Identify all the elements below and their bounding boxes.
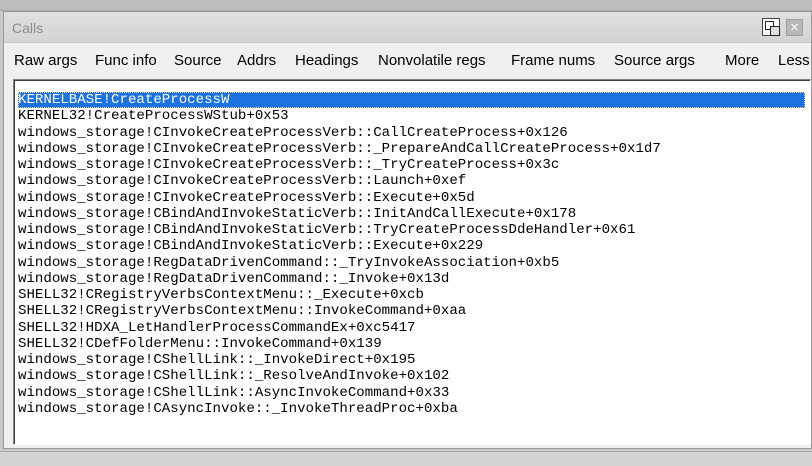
frame-nums-button[interactable]: Frame nums <box>511 52 595 69</box>
stack-frame-row[interactable]: SHELL32!HDXA_LetHandlerProcessCommandEx+… <box>18 320 416 336</box>
stack-frame-row[interactable]: windows_storage!CInvokeCreateProcessVerb… <box>18 157 559 173</box>
stack-frame-row[interactable]: KERNEL32!CreateProcessWStub+0x53 <box>18 108 289 124</box>
title-bar[interactable]: Calls × <box>4 12 811 43</box>
close-icon[interactable]: × <box>786 19 803 36</box>
stack-frame-row[interactable]: SHELL32!CRegistryVerbsContextMenu::_Exec… <box>18 287 424 303</box>
calls-window: Calls × Raw args Func info Source Addrs … <box>3 11 812 449</box>
bottom-panel-edge <box>0 451 812 466</box>
less-button[interactable]: Less <box>778 52 810 69</box>
source-args-button[interactable]: Source args <box>614 52 695 69</box>
stack-frame-row[interactable]: windows_storage!CBindAndInvokeStaticVerb… <box>18 238 483 254</box>
stack-frame-row[interactable]: windows_storage!CBindAndInvokeStaticVerb… <box>18 222 635 238</box>
raw-args-button[interactable]: Raw args <box>14 52 77 69</box>
more-button[interactable]: More <box>725 52 759 69</box>
stack-frame-row[interactable]: windows_storage!CShellLink::_ResolveAndI… <box>18 368 449 384</box>
top-panel-edge <box>0 0 812 11</box>
stack-frame-row[interactable]: SHELL32!CRegistryVerbsContextMenu::Invok… <box>18 303 466 319</box>
stack-frame-row[interactable]: windows_storage!CInvokeCreateProcessVerb… <box>18 141 661 157</box>
stack-frame-row[interactable]: windows_storage!CInvokeCreateProcessVerb… <box>18 190 475 206</box>
source-button[interactable]: Source <box>174 52 222 69</box>
stack-frame-row[interactable]: KERNELBASE!CreateProcessW <box>18 92 805 108</box>
calls-toolbar: Raw args Func info Source Addrs Headings… <box>4 43 811 77</box>
headings-button[interactable]: Headings <box>295 52 358 69</box>
float-window-icon[interactable] <box>762 18 780 36</box>
stack-frame-row[interactable]: SHELL32!CDefFolderMenu::InvokeCommand+0x… <box>18 336 382 352</box>
stack-frame-row[interactable]: windows_storage!RegDataDrivenCommand::_T… <box>18 255 559 271</box>
func-info-button[interactable]: Func info <box>95 52 157 69</box>
stack-frame-row[interactable]: windows_storage!CShellLink::AsyncInvokeC… <box>18 385 449 401</box>
call-stack-list[interactable]: KERNELBASE!CreateProcessW KERNEL32!Create… <box>13 79 811 445</box>
stack-frame-row[interactable]: windows_storage!CAsyncInvoke::_InvokeThr… <box>18 401 458 417</box>
nonvolatile-regs-button[interactable]: Nonvolatile regs <box>378 52 486 69</box>
stack-frame-row[interactable]: windows_storage!CShellLink::_InvokeDirec… <box>18 352 416 368</box>
stack-frame-row[interactable]: windows_storage!CBindAndInvokeStaticVerb… <box>18 206 576 222</box>
stack-frame-row[interactable]: windows_storage!CInvokeCreateProcessVerb… <box>18 173 466 189</box>
stack-frame-row[interactable]: windows_storage!RegDataDrivenCommand::_I… <box>18 271 449 287</box>
window-title: Calls <box>12 20 44 36</box>
stack-frame-row[interactable]: windows_storage!CInvokeCreateProcessVerb… <box>18 125 568 141</box>
addrs-button[interactable]: Addrs <box>237 52 276 69</box>
